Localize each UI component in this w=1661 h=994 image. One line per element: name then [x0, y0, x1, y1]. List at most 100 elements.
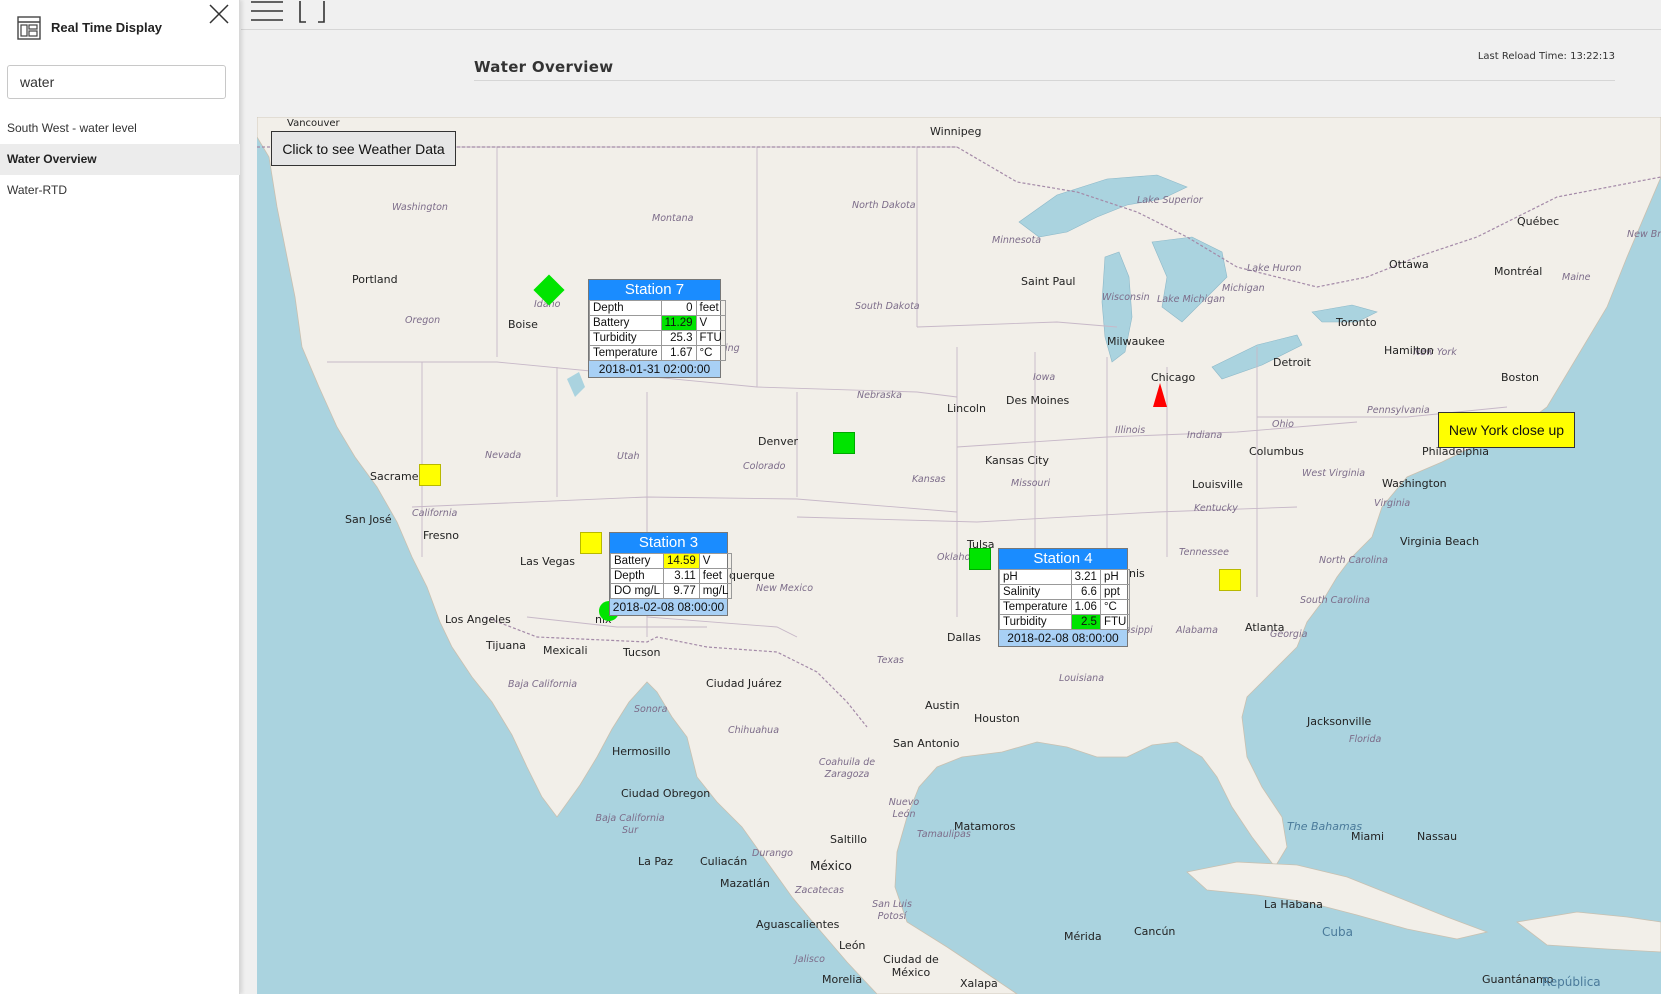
- region-label: Zacatecas: [795, 885, 844, 896]
- hamburger-menu-icon[interactable]: [251, 0, 283, 24]
- city-label: Detroit: [1273, 356, 1311, 369]
- region-label: ing: [725, 343, 740, 354]
- region-label: Virginia: [1374, 498, 1411, 509]
- fullscreen-icon[interactable]: [299, 0, 325, 24]
- metric-unit: pH: [1099, 569, 1131, 585]
- metric-label: Battery: [589, 315, 662, 331]
- region-label: Minnesota: [992, 235, 1042, 246]
- region-label: San Luis Potosí: [872, 899, 912, 922]
- region-label: Illinois: [1115, 425, 1146, 436]
- city-label: Fresno: [423, 529, 460, 542]
- nav-item-water-overview[interactable]: Water Overview: [0, 144, 240, 175]
- city-label: La Paz: [638, 855, 674, 868]
- region-label: Wisconsin: [1102, 292, 1150, 303]
- city-label: Hermosillo: [612, 745, 671, 758]
- sidebar-header: Real Time Display: [0, 0, 239, 58]
- metric-label: Battery: [609, 553, 665, 569]
- region-label: Sonora: [634, 704, 668, 715]
- title-divider: [474, 80, 1615, 81]
- city-label: Ottawa: [1389, 258, 1429, 271]
- metric-label: Turbidity: [589, 330, 662, 346]
- region-label: Washington: [392, 202, 448, 213]
- station-4-timestamp: 2018-02-08 08:00:00: [999, 630, 1127, 646]
- page-title: Water Overview: [474, 58, 614, 76]
- city-label: Boston: [1501, 371, 1540, 384]
- metric-unit: feet: [698, 568, 733, 584]
- alert-marker-icon[interactable]: [1153, 383, 1167, 407]
- station-3-row: Battery 14.59 V: [609, 553, 733, 569]
- region-label: Chihuahua: [728, 725, 780, 736]
- nav-item-water-rtd[interactable]: Water-RTD: [0, 175, 240, 206]
- search-input[interactable]: [7, 65, 226, 99]
- metric-value: 1.67: [660, 345, 697, 361]
- region-label: New Mexico: [756, 583, 814, 594]
- city-label: La Habana: [1264, 898, 1323, 911]
- close-icon[interactable]: [207, 0, 231, 26]
- station-4-row: Temperature 1.06 °C: [999, 599, 1131, 615]
- station-3-marker[interactable]: [580, 532, 602, 554]
- city-label: Virginia Beach: [1400, 535, 1480, 548]
- region-label: Durango: [752, 848, 793, 859]
- region-label: Kansas: [912, 474, 946, 485]
- city-label: Houston: [974, 712, 1020, 725]
- city-label: Louisville: [1192, 478, 1243, 491]
- station-7-panel[interactable]: Station 7 Depth 0 feet Battery 11.29 V Turbi…: [588, 279, 726, 378]
- city-label: Denver: [758, 435, 799, 448]
- metric-label: Depth: [609, 568, 665, 584]
- region-label: Louisiana: [1059, 673, 1105, 684]
- station-7-row: Depth 0 feet: [589, 300, 726, 316]
- region-label: Florida: [1349, 734, 1382, 745]
- city-label: Winnipeg: [930, 125, 982, 138]
- region-label: Jalisco: [795, 954, 825, 965]
- station-marker-denver[interactable]: [833, 432, 855, 454]
- city-label: Jacksonville: [1307, 715, 1372, 728]
- city-label: Ciudad de México: [883, 953, 939, 979]
- city-label: Montréal: [1494, 265, 1543, 278]
- region-label: Texas: [877, 655, 904, 666]
- station-marker-sacramento[interactable]: [419, 464, 441, 486]
- city-label: Las Vegas: [520, 555, 575, 568]
- city-label: Cancún: [1134, 925, 1176, 938]
- new-york-close-up-button[interactable]: New York close up: [1438, 412, 1575, 448]
- city-label: Hamilton: [1384, 344, 1434, 357]
- title-area: Water Overview Last Reload Time: 13:22:1…: [241, 31, 1661, 101]
- metric-value: 14.59: [663, 553, 700, 569]
- station-4-table: pH 3.21 pH Salinity 6.6 ppt Temperature 1.06 °…: [999, 569, 1131, 630]
- metric-label: Salinity: [999, 584, 1072, 600]
- region-label: Indiana: [1187, 430, 1223, 441]
- city-label: Miami: [1351, 830, 1385, 843]
- city-label: Aguascalientes: [756, 918, 840, 931]
- metric-unit: V: [695, 315, 726, 331]
- metric-value: 9.77: [663, 583, 700, 599]
- nav-item-south-west-water-level[interactable]: South West - water level: [0, 113, 240, 144]
- station-4-title: Station 4: [999, 549, 1127, 569]
- region-label: Utah: [617, 451, 640, 462]
- map-view[interactable]: The Bahamas Washington Montana North Dak…: [257, 117, 1661, 994]
- last-reload-time: Last Reload Time: 13:22:13: [1477, 51, 1615, 62]
- city-label: Austin: [925, 699, 960, 712]
- region-label: Lake Superior: [1137, 195, 1203, 206]
- city-label: Matamoros: [954, 820, 1016, 833]
- region-label: North Dakota: [852, 200, 916, 211]
- station-marker-tennessee[interactable]: [1219, 569, 1241, 591]
- station-7-row: Temperature 1.67 °C: [589, 345, 726, 361]
- city-label: Tucson: [623, 646, 661, 659]
- metric-label: DO mg/L: [609, 583, 665, 599]
- city-label: Toronto: [1336, 316, 1377, 329]
- station-4-panel[interactable]: Station 4 pH 3.21 pH Salinity 6.6 ppt Temper…: [998, 548, 1131, 647]
- region-label: Baja California Sur: [595, 813, 665, 836]
- city-label: querque: [729, 569, 775, 582]
- station-4-marker[interactable]: [969, 548, 991, 570]
- hispaniola-land: [1516, 911, 1661, 953]
- station-3-panel[interactable]: Station 3 Battery 14.59 V Depth 3.11 feet DO…: [609, 532, 733, 616]
- region-label: California: [412, 508, 458, 519]
- region-label: Maine: [1562, 272, 1591, 283]
- city-label: León: [839, 939, 866, 952]
- metric-value: 3.21: [1070, 569, 1101, 585]
- weather-data-button[interactable]: Click to see Weather Data: [271, 131, 456, 166]
- metric-unit: °C: [1099, 599, 1131, 615]
- region-label: Pennsylvania: [1367, 405, 1430, 416]
- station-7-row: Battery 11.29 V: [589, 315, 726, 331]
- region-label: Alabama: [1176, 625, 1218, 636]
- top-toolbar: [241, 0, 1661, 30]
